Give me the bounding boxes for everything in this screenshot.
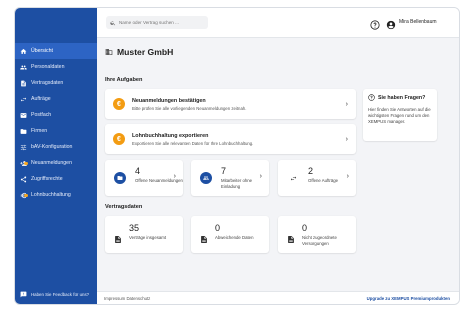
footer: Impressum Datenschutz Upgrade zu XEMPUS … (97, 291, 459, 304)
contract-value: 0 (302, 223, 308, 233)
document-icon (288, 236, 294, 243)
task-card-lohnbuchhaltung[interactable]: € Lohnbuchhaltung exportieren Exportiere… (105, 124, 356, 154)
folder-icon (20, 128, 26, 134)
sidebar-item-uebersicht[interactable]: Übersicht (15, 43, 97, 59)
chevron-right-icon: › (345, 100, 348, 108)
sidebar-item-label: Postfach (31, 112, 52, 118)
document-icon (20, 80, 26, 86)
avatar[interactable] (386, 17, 396, 30)
document-icon (115, 236, 121, 243)
help-card-title: Sie haben Fragen? (378, 94, 426, 101)
mail-icon (20, 112, 26, 118)
app-window: Mira Bellenbaum Übersicht Personaldaten … (14, 7, 460, 305)
euro-coin-icon: € (113, 98, 125, 110)
sidebar-item-label: Übersicht (31, 48, 53, 54)
top-bar: Mira Bellenbaum (97, 8, 459, 38)
main-content: Muster GmbH Ihre Aufgaben € Neuanmeldung… (97, 38, 459, 304)
stat-icon (200, 172, 212, 184)
feedback-link[interactable]: Haben Sie Feedback für uns? (15, 291, 97, 298)
chevron-right-icon: › (346, 173, 349, 180)
chevron-right-icon: › (173, 173, 176, 180)
document-icon (201, 236, 207, 243)
contracts-heading: Vertragsdaten (105, 204, 143, 210)
people-icon (19, 64, 27, 70)
sidebar-item-firmen[interactable]: Firmen (15, 123, 97, 139)
sidebar-item-lohnbuchhaltung[interactable]: Lohnbuchhaltung (15, 187, 97, 203)
stat-value: 2 (308, 166, 314, 176)
contract-label: Abweichende Daten (215, 235, 254, 240)
task-subtitle: Exportieren Sie alle relevanten Daten fü… (132, 140, 254, 146)
stat-card-auftraege[interactable]: 2 Offene Aufträge › (278, 160, 356, 196)
task-title: Neuanmeldungen bestätigen (132, 97, 206, 104)
sidebar-item-vertragsdaten[interactable]: Vertragsdaten (15, 75, 97, 91)
sidebar-item-label: Personaldaten (31, 64, 65, 70)
swap-icon (290, 175, 296, 181)
footer-links[interactable]: Impressum Datenschutz (104, 296, 150, 301)
contract-label: Verträge insgesamt (129, 235, 167, 240)
stat-icon (114, 172, 126, 184)
stat-card-neuanmeldungen[interactable]: 4 Offene Neuanmeldungen › (105, 160, 183, 196)
sidebar-item-label: Zugriffsrechte (31, 176, 63, 182)
user-name[interactable]: Mira Bellenbaum (399, 19, 437, 25)
help-card-text: Hier finden Sie Antworten auf die wichti… (368, 107, 431, 124)
sidebar-item-neuanmeldungen[interactable]: Neuanmeldungen (15, 155, 97, 171)
sidebar: Übersicht Personaldaten Vertragsdaten Au… (15, 38, 97, 304)
sidebar-item-label: Firmen (31, 128, 48, 134)
question-icon (368, 94, 375, 101)
folder-icon (117, 176, 123, 180)
company-icon (105, 49, 113, 55)
chevron-right-icon: › (259, 173, 262, 180)
stat-value: 7 (221, 166, 227, 176)
contract-card-abweichend[interactable]: 0 Abweichende Daten (191, 216, 269, 253)
notification-dot (24, 161, 28, 165)
swap-icon (20, 96, 26, 102)
task-title: Lohnbuchhaltung exportieren (132, 132, 209, 139)
search-box[interactable] (106, 16, 208, 29)
chevron-right-icon: › (345, 135, 348, 143)
sidebar-item-zugriffsrechte[interactable]: Zugriffsrechte (15, 171, 97, 187)
contract-label: Nicht zugeordnete Versorgungen (302, 235, 337, 246)
task-subtitle: Bitte prüfen Sie alle vorliegenden Neuan… (132, 105, 247, 111)
contract-card-nicht-zugeordnet[interactable]: 0 Nicht zugeordnete Versorgungen (278, 216, 356, 253)
people-icon (203, 176, 209, 180)
stat-value: 4 (135, 166, 141, 176)
home-icon (20, 48, 26, 54)
contract-value: 35 (129, 223, 140, 233)
feedback-label: Haben Sie Feedback für uns? (31, 292, 90, 297)
page-title: Muster GmbH (105, 47, 173, 57)
sidebar-item-bav-konfiguration[interactable]: bAV-Konfiguration (15, 139, 97, 155)
contract-value: 0 (215, 223, 221, 233)
sidebar-item-postfach[interactable]: Postfach (15, 107, 97, 123)
sidebar-header (15, 8, 97, 38)
search-icon (110, 20, 116, 25)
feedback-icon (20, 291, 26, 298)
upgrade-link[interactable]: Upgrade zu XEMPUS Premiumprodukten (367, 296, 450, 301)
tasks-heading: Ihre Aufgaben (105, 77, 143, 83)
sidebar-item-label: Vertragsdaten (31, 80, 64, 86)
euro-coin-icon: € (113, 133, 125, 145)
stat-card-mitarbeiter[interactable]: 7 Mitarbeiter ohne Einladung › (191, 160, 269, 196)
stat-label: Offene Aufträge (308, 178, 339, 183)
sidebar-item-personaldaten[interactable]: Personaldaten (15, 59, 97, 75)
sidebar-item-label: bAV-Konfiguration (31, 144, 73, 150)
account-icon (386, 20, 396, 30)
help-button[interactable] (370, 17, 380, 30)
question-icon (370, 20, 380, 30)
sidebar-item-label: Neuanmeldungen (31, 160, 72, 166)
sidebar-item-label: Aufträge (31, 96, 51, 102)
page-title-text: Muster GmbH (117, 47, 174, 57)
contract-card-total[interactable]: 35 Verträge insgesamt (105, 216, 183, 253)
sidebar-item-label: Lohnbuchhaltung (31, 192, 71, 198)
share-icon (20, 176, 26, 182)
task-card-neuanmeldungen[interactable]: € Neuanmeldungen bestätigen Bitte prüfen… (105, 89, 356, 119)
help-card[interactable]: Sie haben Fragen? Hier finden Sie Antwor… (363, 89, 437, 141)
sidebar-item-auftraege[interactable]: Aufträge (15, 91, 97, 107)
stat-icon (287, 172, 299, 184)
search-input[interactable] (118, 20, 208, 25)
tune-icon (20, 144, 26, 150)
notification-dot (24, 193, 28, 197)
